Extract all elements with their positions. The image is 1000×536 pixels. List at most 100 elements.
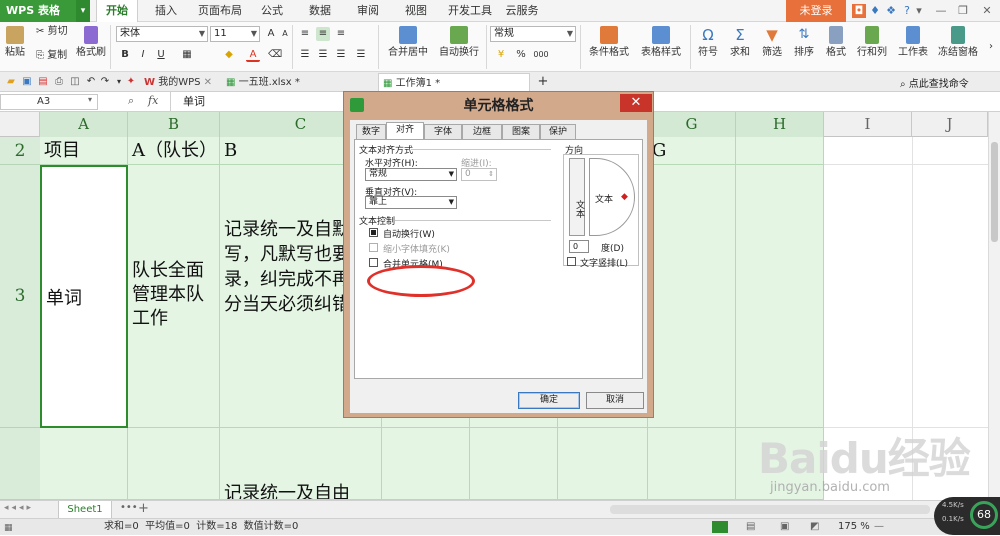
cell-g3[interactable]: [648, 165, 736, 428]
cell-h3[interactable]: [736, 165, 824, 428]
sheet-nav-arrows[interactable]: ◂◂◂▸: [4, 503, 34, 513]
sum-button[interactable]: Σ 求和: [726, 26, 754, 59]
cell-h2[interactable]: [736, 137, 824, 165]
normal-view-icon[interactable]: [712, 521, 728, 533]
zoom-out-icon[interactable]: —: [874, 519, 884, 535]
cancel-button[interactable]: 取消: [586, 392, 644, 409]
align-bottom-button[interactable]: ≡: [334, 27, 348, 41]
align-right-button[interactable]: ☰: [334, 48, 348, 62]
clear-format-button[interactable]: ⌫: [268, 48, 282, 62]
wrap-text-checkbox[interactable]: [369, 228, 378, 237]
worksheet-button[interactable]: 工作表: [894, 26, 932, 59]
tab-alignment[interactable]: 对齐: [386, 122, 424, 139]
select-all-corner[interactable]: [0, 112, 40, 137]
fill-color-button[interactable]: ◆: [222, 48, 236, 62]
bold-button[interactable]: B: [118, 48, 132, 62]
doc-tab-file[interactable]: ▦ 一五班.xlsx *: [222, 73, 378, 92]
font-name-select[interactable]: 宋体 ▼: [116, 26, 208, 42]
filter-button[interactable]: ▼ 筛选: [758, 26, 786, 59]
print-icon[interactable]: ⎙: [52, 75, 66, 89]
close-icon[interactable]: ✕: [204, 77, 212, 88]
gift-icon[interactable]: ❖: [884, 4, 898, 18]
freeze-panes-button[interactable]: 冻结窗格: [936, 26, 980, 59]
thousands-button[interactable]: 000: [532, 48, 550, 62]
cell-g2[interactable]: G: [648, 137, 736, 165]
cell-b2[interactable]: A（队长）: [128, 137, 220, 165]
tab-formulas[interactable]: 公式: [252, 0, 292, 22]
cut-button[interactable]: ✂ 剪切: [36, 26, 74, 38]
chevron-down-icon[interactable]: ▾: [76, 0, 90, 22]
tab-insert[interactable]: 插入: [146, 0, 186, 22]
row-column-button[interactable]: 行和列: [854, 26, 890, 59]
sheet-tab[interactable]: Sheet1: [58, 501, 112, 519]
align-top-button[interactable]: ≡: [298, 27, 312, 41]
vertical-align-select[interactable]: 靠上 ▼: [365, 196, 457, 209]
more-sheets-button[interactable]: •••: [120, 502, 138, 513]
table-style-button[interactable]: 表格样式: [636, 26, 686, 59]
tab-border[interactable]: 边框: [462, 124, 502, 139]
copy-button[interactable]: ⎘ 复制: [36, 50, 74, 62]
name-box[interactable]: A3: [0, 94, 98, 110]
function-fx-button[interactable]: fx: [148, 94, 158, 107]
cell-f4[interactable]: [558, 428, 648, 500]
vertical-text-button[interactable]: 文本: [569, 158, 585, 236]
cell-b3[interactable]: 队长全面管理本队工作: [128, 165, 220, 428]
tab-developer[interactable]: 开发工具: [444, 0, 496, 22]
chevron-down-icon[interactable]: ▾: [88, 95, 92, 104]
tab-number[interactable]: 数字: [356, 124, 386, 139]
increase-font-button[interactable]: A: [264, 27, 278, 41]
new-tab-button[interactable]: +: [536, 75, 550, 89]
cell-d4[interactable]: [382, 428, 470, 500]
row-header[interactable]: [0, 428, 40, 500]
tab-protection[interactable]: 保护: [540, 124, 576, 139]
indent-spinner[interactable]: 0 ⇕: [461, 168, 497, 181]
save-icon[interactable]: ▣: [20, 75, 34, 89]
cell-e4[interactable]: [470, 428, 558, 500]
quick-search[interactable]: ⌕ 点此查找命令: [900, 75, 1000, 90]
doc-tab-workbook[interactable]: ▦ 工作簿1 *: [378, 73, 530, 92]
column-header[interactable]: G: [648, 112, 736, 137]
tab-home[interactable]: 开始: [96, 0, 138, 22]
decrease-font-button[interactable]: A: [278, 27, 292, 41]
doc-tab-my-wps[interactable]: W 我的WPS ✕: [140, 73, 222, 92]
ok-button[interactable]: 确定: [518, 392, 580, 409]
font-color-button[interactable]: A: [246, 48, 260, 62]
number-format-select[interactable]: 常规 ▼: [490, 26, 576, 42]
currency-button[interactable]: ¥: [494, 48, 508, 62]
cell-g4[interactable]: [648, 428, 736, 500]
column-header[interactable]: H: [736, 112, 824, 137]
format-painter-button[interactable]: 格式刷: [76, 26, 106, 59]
conditional-format-button[interactable]: 条件格式: [584, 26, 634, 59]
reading-mode-icon[interactable]: ◩: [810, 519, 819, 535]
orientation-pointer-icon[interactable]: ◆: [621, 192, 628, 202]
page-break-view-icon[interactable]: ▤: [746, 519, 755, 535]
degrees-spinner[interactable]: 0: [569, 240, 589, 253]
maximize-icon[interactable]: ❐: [956, 4, 970, 18]
format-button[interactable]: 格式: [822, 26, 850, 59]
close-icon[interactable]: ✕: [620, 94, 652, 112]
undo-icon[interactable]: ↶: [84, 75, 98, 89]
tab-data[interactable]: 数据: [300, 0, 340, 22]
column-header[interactable]: B: [128, 112, 220, 137]
horizontal-align-select[interactable]: 常规 ▼: [365, 168, 457, 181]
close-icon[interactable]: ✕: [980, 4, 994, 18]
login-button[interactable]: 未登录: [786, 0, 846, 22]
open-folder-icon[interactable]: ▰: [4, 75, 18, 89]
wrap-text-button[interactable]: 自动换行: [436, 26, 482, 59]
percent-button[interactable]: %: [514, 48, 528, 62]
tab-review[interactable]: 审阅: [348, 0, 388, 22]
font-size-select[interactable]: 11 ▼: [210, 26, 260, 42]
shirt-icon[interactable]: ♦: [868, 4, 882, 18]
align-left-button[interactable]: ☰: [298, 48, 312, 62]
tab-cloud[interactable]: 云服务: [502, 0, 542, 22]
tab-page-layout[interactable]: 页面布局: [194, 0, 246, 22]
cell-a3-active[interactable]: 单词: [40, 165, 128, 428]
pin-icon[interactable]: ✦: [124, 75, 138, 89]
export-pdf-icon[interactable]: ▤: [36, 75, 50, 89]
add-sheet-button[interactable]: +: [138, 501, 149, 516]
merge-center-button[interactable]: 合并居中: [384, 26, 432, 59]
zoom-level[interactable]: 175 %: [838, 519, 870, 535]
align-middle-button[interactable]: ≡: [316, 27, 330, 41]
sort-button[interactable]: ⇅ 排序: [790, 26, 818, 59]
column-header[interactable]: I: [824, 112, 912, 137]
